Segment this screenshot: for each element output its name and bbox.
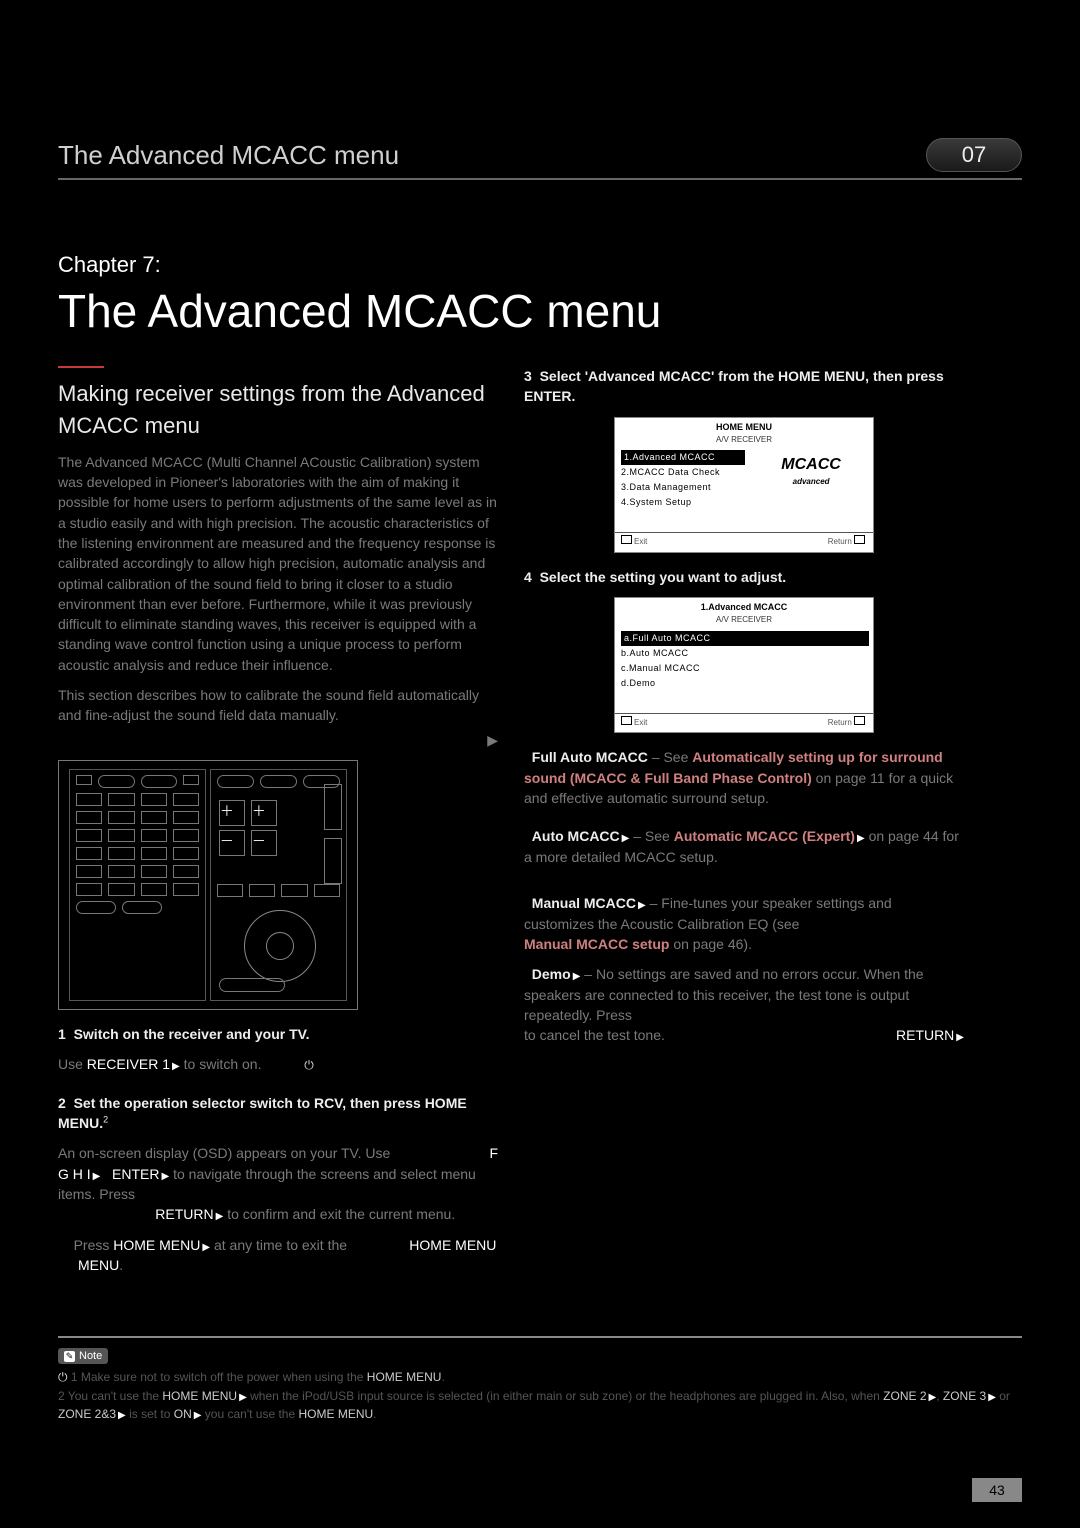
mcacc-logo: MCACC: [749, 453, 873, 476]
intro-paragraph-1: The Advanced MCACC (Multi Channel ACoust…: [58, 452, 498, 675]
osd2-exit: Exit: [634, 718, 647, 727]
step-3: 3 Select 'Advanced MCACC' from the HOME …: [524, 366, 964, 407]
osd2-subtitle: A/V RECEIVER: [615, 614, 873, 628]
step-1-detail: Use RECEIVER 1 to switch on. ⏻: [58, 1054, 498, 1075]
right-column: 3 Select 'Advanced MCACC' from the HOME …: [524, 366, 964, 1286]
step-2-detail-2: Press HOME MENU at any time to exit the …: [58, 1235, 498, 1276]
osd2-title: 1.Advanced MCACC: [615, 598, 873, 614]
step-2-detail-1: An on-screen display (OSD) appears on yo…: [58, 1143, 498, 1225]
power-icon: ⏻: [304, 1058, 314, 1072]
opt-demo: Demo – No settings are saved and no erro…: [524, 964, 964, 1045]
osd1-exit: Exit: [634, 537, 647, 546]
chapter-title: The Advanced MCACC menu: [58, 284, 1022, 338]
header-rule: [58, 178, 1022, 180]
osd1-item-1: 1.Advanced MCACC: [621, 450, 745, 465]
note-chip: ✎ Note: [58, 1348, 108, 1364]
osd1-item-3: 3.Data Management: [621, 480, 745, 495]
intro-paragraph-2: This section describes how to calibrate …: [58, 685, 498, 726]
osd-advanced-mcacc: 1.Advanced MCACC A/V RECEIVER a.Full Aut…: [614, 597, 874, 733]
remote-control-illustration: ＋ － ＋ －: [58, 760, 358, 1010]
step-4: 4 Select the setting you want to adjust.: [524, 567, 964, 587]
chapter-label: Chapter 7:: [58, 252, 1022, 278]
note-icon: ✎: [64, 1351, 75, 1362]
osd1-item-2: 2.MCACC Data Check: [621, 465, 745, 480]
osd2-item-4: d.Demo: [621, 676, 869, 691]
osd1-return: Return: [828, 537, 852, 546]
page-number: 43: [972, 1478, 1022, 1502]
chapter-number-badge: 07: [926, 138, 1022, 172]
page-header-title: The Advanced MCACC menu: [58, 140, 399, 171]
arrow-icon: ▶: [487, 730, 498, 750]
left-column: Making receiver settings from the Advanc…: [58, 366, 498, 1286]
section-accent: [58, 366, 104, 368]
osd2-return: Return: [828, 718, 852, 727]
opt-manual: Manual MCACC – Fine-tunes your speaker s…: [524, 893, 964, 954]
section-heading: Making receiver settings from the Advanc…: [58, 378, 498, 442]
opt-full-auto: Full Auto MCACC – See Automatically sett…: [524, 747, 964, 808]
footnote-text: ⏻ 1 Make sure not to switch off the powe…: [58, 1368, 1022, 1424]
osd1-subtitle: A/V RECEIVER: [615, 434, 873, 448]
osd2-item-2: b.Auto MCACC: [621, 646, 869, 661]
power-icon-foot: ⏻: [58, 1370, 68, 1384]
step-2: 2 Set the operation selector switch to R…: [58, 1093, 498, 1134]
osd1-title: HOME MENU: [615, 418, 873, 434]
footnote-rule: [58, 1336, 1022, 1338]
osd1-item-4: 4.System Setup: [621, 495, 745, 510]
step-1: 1 Switch on the receiver and your TV.: [58, 1024, 498, 1044]
mcacc-logo-sub: advanced: [749, 476, 873, 488]
osd-home-menu: HOME MENU A/V RECEIVER 1.Advanced MCACC …: [614, 417, 874, 553]
osd2-item-1: a.Full Auto MCACC: [621, 631, 869, 646]
note-label: Note: [79, 1350, 102, 1362]
opt-auto: Auto MCACC – See Automatic MCACC (Expert…: [524, 826, 964, 867]
osd2-item-3: c.Manual MCACC: [621, 661, 869, 676]
